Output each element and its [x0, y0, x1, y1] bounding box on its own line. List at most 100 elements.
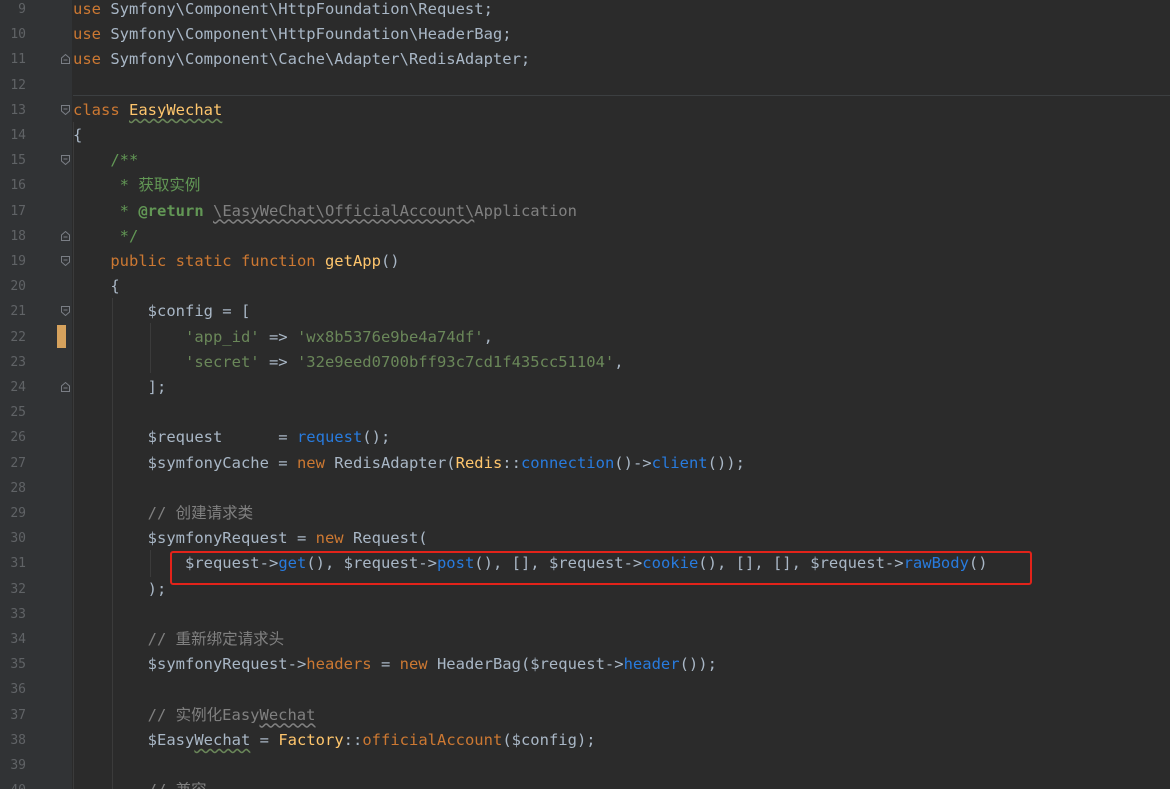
code-line[interactable]: 10 use Symfony\Component\HttpFoundation\H…	[0, 22, 1170, 47]
line-number: 39	[10, 758, 26, 773]
code-line[interactable]: 38 $EasyWechat = Factory::officialAccoun…	[0, 728, 1170, 753]
code-text: ];	[73, 375, 167, 400]
code-text: use Symfony\Component\HttpFoundation\Hea…	[73, 22, 512, 47]
code-line[interactable]: 29 // 创建请求类	[0, 501, 1170, 526]
code-token: use	[73, 50, 111, 69]
line-number: 28	[10, 480, 26, 496]
code-token: // 兼容...	[148, 781, 235, 789]
code-token: use	[73, 0, 111, 18]
code-line[interactable]: 25	[0, 400, 1170, 425]
code-token: ());	[707, 453, 745, 472]
code-token: use	[73, 25, 111, 44]
code-line[interactable]: 36	[0, 677, 1170, 702]
code-line[interactable]: 37 // 实例化EasyWechat	[0, 703, 1170, 728]
line-number: 31	[10, 556, 26, 572]
code-line[interactable]: 40 // 兼容...	[0, 778, 1170, 789]
code-editor[interactable]: 9 use Symfony\Component\HttpFoundation\Re…	[0, 0, 1170, 789]
code-token: $symfonyCache =	[73, 453, 297, 472]
code-token: new	[399, 655, 437, 674]
code-text: class EasyWechat	[73, 98, 222, 123]
code-line[interactable]: 21 $config = [	[0, 299, 1170, 324]
code-line[interactable]: 30 $symfonyRequest = new Request(	[0, 526, 1170, 551]
code-line[interactable]: 22 'app_id' => 'wx8b5376e9be4a74df',	[0, 324, 1170, 350]
code-line[interactable]: 23 'secret' => '32e9eed0700bff93c7cd1f43…	[0, 350, 1170, 375]
code-line[interactable]: 33	[0, 602, 1170, 627]
code-token: =>	[259, 352, 297, 371]
code-text: // 实例化EasyWechat	[73, 703, 316, 728]
line-number: 17	[10, 203, 26, 219]
code-line[interactable]: 9 use Symfony\Component\HttpFoundation\Re…	[0, 0, 1170, 22]
fold-open-icon[interactable]	[61, 155, 70, 166]
code-token: connection	[520, 453, 615, 472]
code-line[interactable]: 16 * 获取实例	[0, 173, 1170, 198]
code-token: ()	[380, 252, 400, 270]
code-text: use Symfony\Component\Cache\Adapter\Redi…	[73, 47, 530, 72]
code-token: ::	[502, 453, 521, 472]
line-number: 12	[10, 77, 26, 93]
code-text: use Symfony\Component\HttpFoundation\Req…	[73, 0, 493, 22]
code-line[interactable]: 19 public static function getApp()	[0, 249, 1170, 274]
code-line[interactable]: 26 $request = request();	[0, 425, 1170, 450]
code-line[interactable]: 35 $symfonyRequest->headers = new Header…	[0, 652, 1170, 677]
code-text: $symfonyRequest = new Request(	[73, 526, 428, 551]
code-token: ());	[679, 655, 717, 674]
code-line[interactable]: 14 {	[0, 123, 1170, 148]
line-number: 38	[10, 732, 26, 748]
code-token: Symfony\Component\HttpFoundation\Request…	[110, 0, 493, 18]
code-token: */	[119, 226, 139, 245]
code-text: $config = [	[73, 299, 251, 324]
code-line[interactable]: 34 // 重新绑定请求头	[0, 627, 1170, 652]
code-token: RedisAdapter(	[334, 453, 456, 472]
fold-close-icon[interactable]	[61, 54, 70, 65]
code-token: officialAccount	[362, 730, 503, 749]
code-token: 'app_id'	[184, 327, 260, 346]
code-token: ];	[73, 378, 167, 396]
line-number: 30	[10, 531, 26, 547]
line-number: 34	[10, 632, 26, 647]
code-text: public static function getApp()	[73, 249, 400, 274]
code-line[interactable]: 24 ];	[0, 375, 1170, 400]
code-token: $request =	[73, 428, 297, 447]
code-token: client	[651, 453, 708, 472]
code-line[interactable]: 20 {	[0, 274, 1170, 299]
highlight-annotation-box	[170, 551, 1032, 585]
code-line[interactable]: 18 */	[0, 224, 1170, 249]
code-token: Factory	[278, 730, 344, 749]
code-line[interactable]: 27 $symfonyCache = new RedisAdapter(Redi…	[0, 451, 1170, 476]
code-line[interactable]: 28	[0, 476, 1170, 501]
code-token: ($config);	[502, 730, 596, 749]
fold-close-icon[interactable]	[61, 382, 70, 392]
code-token: class	[73, 100, 129, 119]
code-token: $symfonyRequest->	[73, 655, 307, 674]
code-line[interactable]: 11 use Symfony\Component\Cache\Adapter\Re…	[0, 47, 1170, 72]
code-line[interactable]: 39	[0, 753, 1170, 778]
code-token: $symfonyRequest =	[73, 529, 316, 548]
line-number: 13	[10, 102, 26, 118]
fold-open-icon[interactable]	[61, 104, 70, 115]
code-token: ,	[614, 352, 624, 371]
code-token: {	[73, 126, 83, 144]
line-number: 25	[10, 405, 26, 421]
code-line[interactable]: 13 class EasyWechat	[0, 98, 1170, 123]
code-token: ::	[343, 730, 363, 749]
fold-open-icon[interactable]	[61, 256, 70, 266]
fold-close-icon[interactable]	[61, 230, 70, 241]
code-token: ()->	[614, 453, 652, 472]
code-line[interactable]: 12	[0, 73, 1170, 98]
code-text: 'app_id' => 'wx8b5376e9be4a74df',	[73, 325, 493, 350]
code-token: ();	[362, 428, 391, 447]
code-token: @return	[138, 201, 213, 220]
line-number: 22	[10, 329, 26, 345]
fold-open-icon[interactable]	[61, 306, 70, 317]
code-line[interactable]: 15 /**	[0, 148, 1170, 173]
code-line[interactable]: 17 * @return \EasyWeChat\OfficialAccount…	[0, 199, 1170, 224]
line-number: 14	[10, 128, 26, 143]
code-token: );	[73, 579, 167, 598]
line-number: 37	[10, 707, 26, 723]
